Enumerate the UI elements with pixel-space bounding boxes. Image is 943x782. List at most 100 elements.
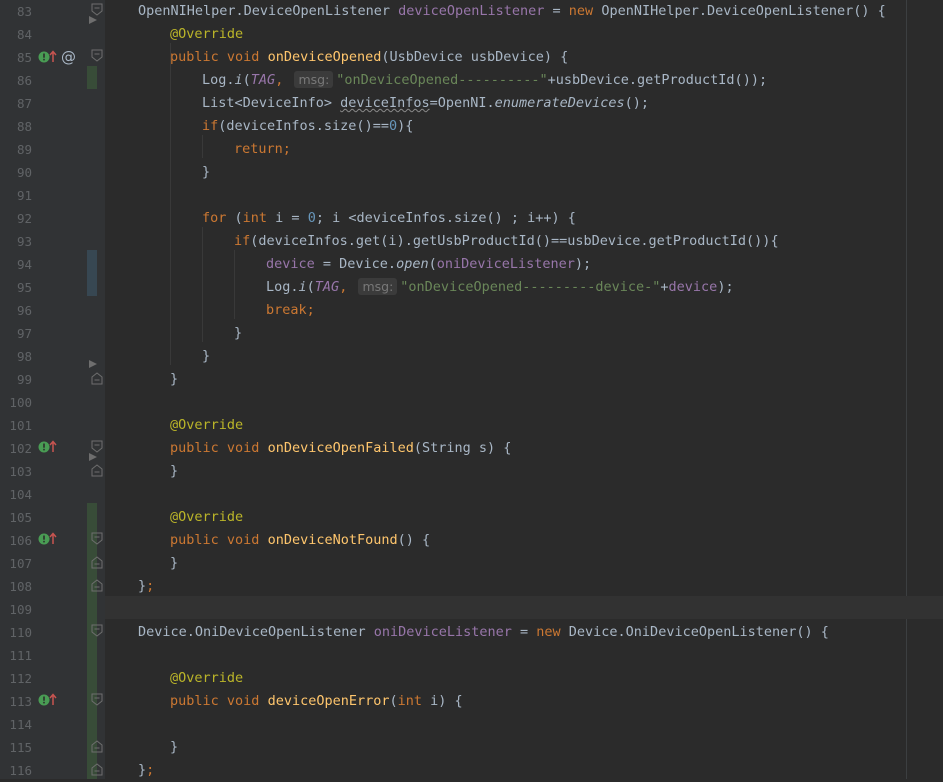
- fold-close-icon[interactable]: [90, 371, 104, 385]
- code-line[interactable]: 100: [0, 391, 943, 414]
- fold-collapsed-icon[interactable]: [86, 13, 100, 27]
- fold-collapsed-icon[interactable]: [86, 357, 100, 371]
- code-line[interactable]: 91: [0, 184, 943, 207]
- line-number: 84: [16, 27, 32, 42]
- line-number: 113: [9, 694, 32, 709]
- code-line[interactable]: 105 @Override: [0, 506, 943, 529]
- line-number: 86: [16, 73, 32, 88]
- code-text[interactable]: List<DeviceInfo> deviceInfos=OpenNI.enum…: [202, 92, 649, 115]
- code-text[interactable]: if(deviceInfos.get(i).getUsbProductId()=…: [234, 230, 779, 253]
- code-line[interactable]: 113 public void deviceOpenError(int i) {: [0, 690, 943, 713]
- code-text[interactable]: };: [138, 575, 154, 598]
- code-text[interactable]: if(deviceInfos.size()==0){: [202, 115, 413, 138]
- fold-open-icon[interactable]: [90, 532, 104, 546]
- fold-close-icon[interactable]: [90, 555, 104, 569]
- code-text[interactable]: @Override: [170, 667, 243, 690]
- code-text[interactable]: }: [170, 460, 178, 483]
- code-line[interactable]: 88 if(deviceInfos.size()==0){: [0, 115, 943, 138]
- code-line[interactable]: 97 }: [0, 322, 943, 345]
- code-text[interactable]: @Override: [170, 414, 243, 437]
- code-line[interactable]: 89 return;: [0, 138, 943, 161]
- code-text[interactable]: OpenNIHelper.DeviceOpenListener deviceOp…: [138, 0, 886, 23]
- fold-close-icon[interactable]: [90, 463, 104, 477]
- code-text[interactable]: Device.OniDeviceOpenListener oniDeviceLi…: [138, 621, 829, 644]
- fold-open-icon[interactable]: [90, 693, 104, 707]
- code-line[interactable]: 103 }: [0, 460, 943, 483]
- fold-close-icon[interactable]: [90, 578, 104, 592]
- code-text[interactable]: }: [170, 736, 178, 759]
- code-line[interactable]: 86 Log.i(TAG, msg: "onDeviceOpened-------…: [0, 69, 943, 92]
- code-text[interactable]: Log.i(TAG, msg: "onDeviceOpened---------d…: [266, 276, 734, 299]
- override-method-icon[interactable]: [37, 50, 59, 64]
- code-text[interactable]: }: [202, 345, 210, 368]
- line-number: 96: [16, 303, 32, 318]
- code-line[interactable]: 114: [0, 713, 943, 736]
- fold-close-icon[interactable]: [90, 762, 104, 776]
- code-line[interactable]: 92 for (int i = 0; i <deviceInfos.size()…: [0, 207, 943, 230]
- code-line[interactable]: 115 }: [0, 736, 943, 759]
- line-number: 83: [16, 4, 32, 19]
- code-line[interactable]: 110 Device.OniDeviceOpenListener oniDevi…: [0, 621, 943, 644]
- override-method-icon[interactable]: [37, 440, 59, 454]
- line-number: 94: [16, 257, 32, 272]
- code-text[interactable]: return;: [234, 138, 291, 161]
- line-number: 114: [9, 717, 32, 732]
- code-line[interactable]: 112 @Override: [0, 667, 943, 690]
- code-text[interactable]: }: [170, 368, 178, 391]
- code-text[interactable]: public void onDeviceNotFound() {: [170, 529, 430, 552]
- code-line[interactable]: 84 @Override: [0, 23, 943, 46]
- code-line[interactable]: 94 device = Device.open(oniDeviceListene…: [0, 253, 943, 276]
- code-line[interactable]: 99 }: [0, 368, 943, 391]
- fold-open-icon[interactable]: [90, 49, 104, 63]
- override-method-icon[interactable]: [37, 693, 59, 707]
- line-number: 112: [9, 671, 32, 686]
- code-line[interactable]: 93 if(deviceInfos.get(i).getUsbProductId…: [0, 230, 943, 253]
- line-number: 85: [16, 50, 32, 65]
- code-line[interactable]: 87 List<DeviceInfo> deviceInfos=OpenNI.e…: [0, 92, 943, 115]
- code-line[interactable]: 90 }: [0, 161, 943, 184]
- line-number: 92: [16, 211, 32, 226]
- code-line[interactable]: 96 break;: [0, 299, 943, 322]
- line-number: 102: [9, 441, 32, 456]
- code-line[interactable]: 98 }: [0, 345, 943, 368]
- line-number: 115: [9, 740, 32, 755]
- fold-open-icon[interactable]: [90, 624, 104, 638]
- code-line[interactable]: 111: [0, 644, 943, 667]
- code-line[interactable]: 85 @ public void onDeviceOpened(UsbDevic…: [0, 46, 943, 69]
- code-line[interactable]: 107 }: [0, 552, 943, 575]
- code-line[interactable]: 102 public void onDeviceOpenFailed(Strin…: [0, 437, 943, 460]
- code-text[interactable]: device = Device.open(oniDeviceListener);: [266, 253, 591, 276]
- code-text[interactable]: }: [234, 322, 242, 345]
- code-text[interactable]: }: [202, 161, 210, 184]
- code-text[interactable]: @Override: [170, 506, 243, 529]
- code-text[interactable]: @Override: [170, 23, 243, 46]
- line-number: 103: [9, 464, 32, 479]
- at-annotation-icon[interactable]: @: [61, 46, 76, 69]
- code-text[interactable]: public void onDeviceOpened(UsbDevice usb…: [170, 46, 568, 69]
- code-line[interactable]: 83 OpenNIHelper.DeviceOpenListener devic…: [0, 0, 943, 23]
- parameter-hint: msg:: [358, 278, 398, 295]
- fold-close-icon[interactable]: [90, 739, 104, 753]
- line-number: 105: [9, 510, 32, 525]
- override-method-icon[interactable]: [37, 532, 59, 546]
- code-line[interactable]: 108 };: [0, 575, 943, 598]
- code-text[interactable]: break;: [266, 299, 315, 322]
- code-text[interactable]: Log.i(TAG, msg: "onDeviceOpened----------…: [202, 69, 767, 92]
- code-line[interactable]: 109: [0, 598, 943, 621]
- line-number: 111: [9, 648, 32, 663]
- code-line[interactable]: 104: [0, 483, 943, 506]
- code-text[interactable]: for (int i = 0; i <deviceInfos.size() ; …: [202, 207, 576, 230]
- line-number: 107: [9, 556, 32, 571]
- line-number: 100: [9, 395, 32, 410]
- line-number: 110: [9, 625, 32, 640]
- code-line[interactable]: 95 Log.i(TAG, msg: "onDeviceOpened-------…: [0, 276, 943, 299]
- code-editor[interactable]: 83 OpenNIHelper.DeviceOpenListener devic…: [0, 0, 943, 779]
- code-text[interactable]: }: [170, 552, 178, 575]
- line-number: 98: [16, 349, 32, 364]
- line-number: 90: [16, 165, 32, 180]
- code-line[interactable]: 106 public void onDeviceNotFound() {: [0, 529, 943, 552]
- code-line[interactable]: 101 @Override: [0, 414, 943, 437]
- code-text[interactable]: public void deviceOpenError(int i) {: [170, 690, 463, 713]
- code-text[interactable]: public void onDeviceOpenFailed(String s)…: [170, 437, 511, 460]
- fold-collapsed-icon[interactable]: [86, 450, 100, 464]
